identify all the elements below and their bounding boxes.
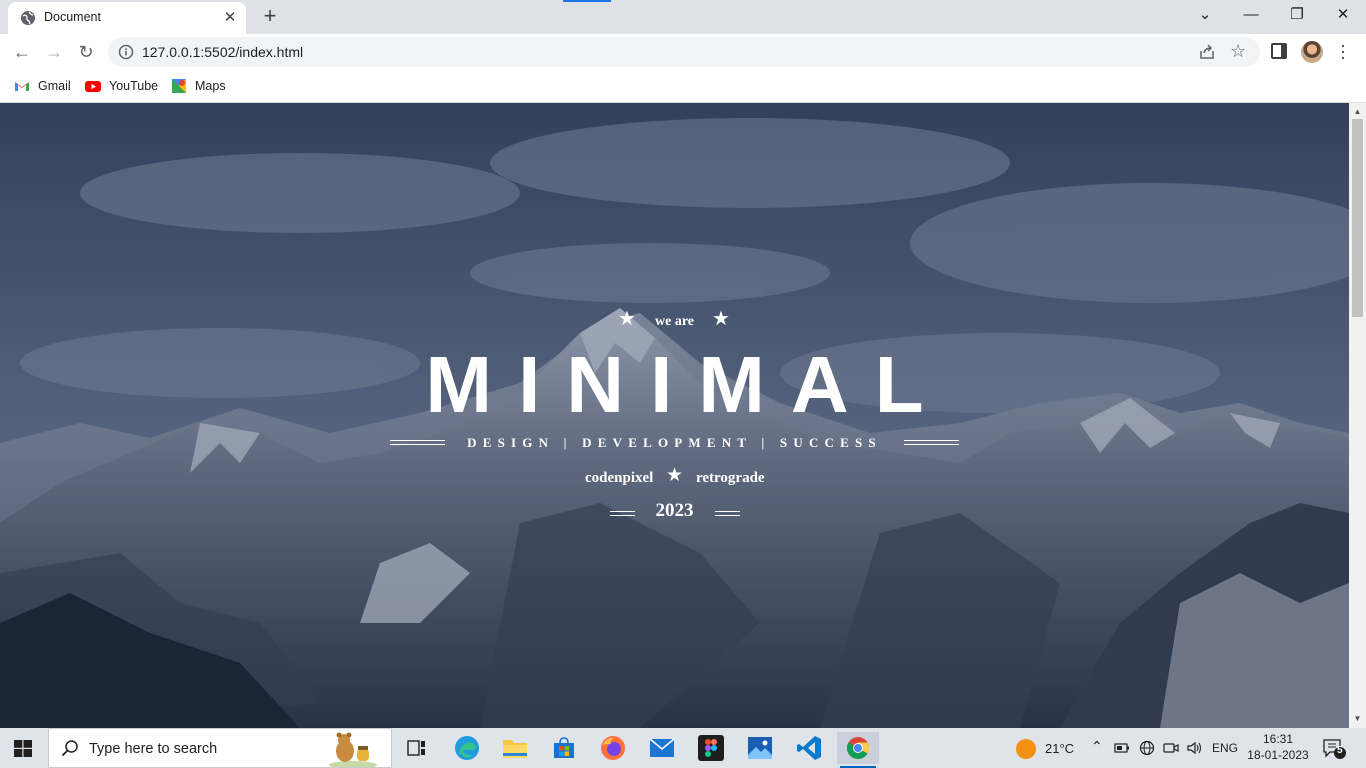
minimize-button[interactable]: — [1228, 0, 1274, 32]
windows-taskbar: Type here to search 21°C ⌃ ENG 16:31 18-… [0, 728, 1366, 768]
bookmark-youtube[interactable]: YouTube [85, 77, 158, 95]
gmail-icon [15, 82, 29, 91]
taskbar-edge[interactable] [446, 732, 488, 764]
notification-center-icon[interactable] [1322, 738, 1348, 760]
system-clock[interactable]: 16:31 18-01-2023 [1246, 731, 1310, 763]
taskbar-vscode[interactable] [788, 732, 830, 764]
chevron-up-icon[interactable]: ⌃ [1091, 738, 1103, 755]
close-window-button[interactable]: ✕ [1320, 0, 1366, 32]
battery-icon[interactable] [1114, 740, 1130, 756]
star-icon: ★ [712, 308, 730, 330]
new-tab-button[interactable]: + [259, 5, 281, 27]
store-icon [554, 737, 574, 758]
weather-sun-icon[interactable] [1015, 738, 1037, 760]
clock-time: 16:31 [1262, 732, 1294, 746]
loading-indicator [563, 0, 611, 2]
tab-document[interactable]: Document ✕ [8, 2, 246, 34]
firefox-icon [601, 736, 625, 760]
site-info-icon[interactable] [118, 44, 134, 60]
url-text[interactable]: 127.0.0.1:5502/index.html [142, 44, 303, 60]
double-line-divider [715, 511, 740, 516]
windows-start-icon[interactable] [14, 740, 32, 757]
double-line-divider [904, 440, 959, 445]
scroll-up-arrow-icon[interactable]: ▲ [1349, 105, 1366, 119]
mail-icon [649, 738, 675, 757]
bookmarks-bar: Gmail YouTube Maps [0, 70, 1366, 103]
notification-count-badge: 5 [1337, 745, 1343, 756]
maps-icon [172, 79, 186, 93]
taskbar-file-explorer[interactable] [494, 732, 536, 764]
task-view-icon [407, 740, 425, 756]
taskbar-mail[interactable] [641, 732, 683, 764]
taskbar-chrome[interactable] [837, 732, 879, 768]
bookmark-maps[interactable]: Maps [171, 77, 226, 95]
star-icon: ★ [666, 465, 684, 486]
restore-button[interactable]: ❐ [1274, 0, 1320, 32]
taskbar-search-box[interactable]: Type here to search [48, 728, 392, 768]
bookmark-label: Maps [195, 79, 226, 93]
profile-avatar[interactable] [1301, 41, 1323, 63]
hero-intro: we are [655, 314, 694, 329]
share-icon[interactable] [1198, 43, 1216, 61]
chrome-icon [847, 737, 869, 759]
address-bar[interactable]: 127.0.0.1:5502/index.html ☆ [108, 37, 1260, 67]
camera-icon[interactable] [1163, 740, 1179, 756]
weather-temperature[interactable]: 21°C [1045, 741, 1074, 756]
edge-icon [455, 736, 479, 760]
task-view-button[interactable] [396, 732, 438, 764]
vscode-icon [797, 736, 821, 760]
folder-icon [503, 740, 527, 758]
bookmark-label: Gmail [38, 79, 71, 93]
scroll-down-arrow-icon[interactable]: ▼ [1349, 712, 1366, 726]
taskbar-microsoft-store[interactable] [543, 732, 585, 764]
taskbar-photos[interactable] [739, 732, 781, 764]
language-indicator[interactable]: ENG [1212, 741, 1238, 755]
hero-section: ★ we are ★ MINIMAL DESIGN | DEVELOPMENT … [0, 103, 1349, 728]
reload-button[interactable]: ↻ [72, 38, 100, 66]
author-right: retrograde [696, 470, 765, 486]
figma-icon [698, 735, 724, 761]
hero-tagline: DESIGN | DEVELOPMENT | SUCCESS [467, 435, 882, 450]
bookmark-gmail[interactable]: Gmail [14, 77, 71, 95]
photos-icon [748, 737, 772, 759]
hero-year: 2023 [655, 500, 694, 521]
search-icon [61, 740, 78, 757]
scroll-thumb[interactable] [1352, 119, 1363, 317]
clock-date: 18-01-2023 [1247, 748, 1309, 762]
menu-dots-icon[interactable]: · · · [1340, 36, 1346, 66]
network-globe-icon[interactable] [1139, 740, 1155, 756]
globe-icon [21, 11, 35, 25]
bookmark-star-icon[interactable]: ☆ [1230, 41, 1246, 61]
back-button[interactable]: ← [8, 38, 36, 66]
search-highlight-bear-icon [329, 732, 377, 767]
page-viewport: ★ we are ★ MINIMAL DESIGN | DEVELOPMENT … [0, 103, 1349, 728]
bookmark-label: YouTube [109, 79, 159, 93]
side-panel-icon[interactable] [1271, 43, 1287, 59]
tab-title: Document [44, 10, 101, 24]
search-placeholder: Type here to search [89, 741, 218, 757]
volume-icon[interactable] [1186, 740, 1202, 756]
author-left: codenpixel [585, 470, 654, 486]
youtube-icon [85, 81, 101, 92]
tab-close-icon[interactable]: ✕ [220, 8, 240, 28]
tab-strip: Document ✕ + ⌄ — ❐ ✕ [0, 0, 1366, 34]
page-scrollbar[interactable]: ▲ ▼ [1349, 103, 1366, 728]
hero-title: MINIMAL [425, 340, 950, 429]
tab-search-chevron-icon[interactable]: ⌄ [1182, 0, 1228, 32]
forward-button[interactable]: → [40, 38, 68, 66]
taskbar-figma[interactable] [690, 732, 732, 764]
taskbar-firefox[interactable] [592, 732, 634, 764]
browser-toolbar: ← → ↻ 127.0.0.1:5502/index.html ☆ · · · [0, 34, 1366, 70]
